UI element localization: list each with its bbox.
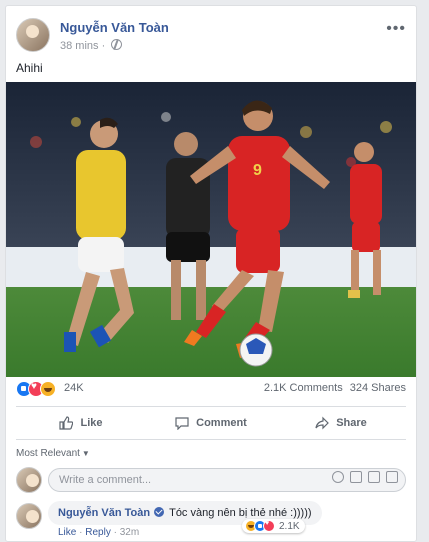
comment-button[interactable]: Comment	[146, 407, 276, 439]
reactions-count[interactable]: 24K	[64, 382, 84, 394]
composer-icons	[332, 471, 398, 483]
sort-comments-dropdown[interactable]: Most Relevant ▼	[16, 448, 90, 459]
action-bar: Like Comment Share	[16, 406, 406, 440]
love-reaction-icon	[263, 520, 275, 532]
comment-reactions[interactable]: 2.1K	[242, 519, 305, 533]
verified-badge-icon	[154, 507, 165, 517]
sort-label: Most Relevant	[16, 448, 80, 459]
comment-composer: Write a comment...	[16, 465, 406, 495]
post-time[interactable]: 38 mins	[60, 40, 99, 52]
comment-reply-link[interactable]: Reply	[85, 527, 111, 538]
commenter-name[interactable]: Nguyễn Văn Toàn	[58, 507, 150, 519]
meta-separator: ·	[101, 40, 106, 52]
post-photo[interactable]: 9	[6, 82, 416, 377]
share-icon	[315, 416, 330, 430]
viewer-avatar[interactable]	[16, 467, 42, 493]
footer-separator: ·	[113, 527, 117, 538]
more-options-icon[interactable]: •••	[386, 20, 406, 38]
share-button[interactable]: Share	[276, 407, 406, 439]
comment-share-counts: 2.1K Comments 324 Shares	[257, 382, 406, 394]
comment-footer: Like · Reply · 32m	[58, 527, 139, 538]
post-stats: 24K 2.1K Comments 324 Shares	[16, 378, 406, 398]
comment-text: Tóc vàng nên bị thẻ nhé :)))))	[169, 507, 312, 519]
like-button[interactable]: Like	[16, 407, 146, 439]
caret-down-icon: ▼	[81, 449, 90, 458]
footer-separator: ·	[79, 527, 83, 538]
comment-reaction-count: 2.1K	[279, 520, 300, 532]
comment-time[interactable]: 32m	[120, 527, 139, 538]
sticker-icon[interactable]	[386, 471, 398, 483]
shares-count[interactable]: 324 Shares	[350, 382, 406, 394]
globe-icon[interactable]	[111, 39, 123, 50]
share-label: Share	[336, 417, 367, 429]
comments-count[interactable]: 2.1K Comments	[264, 382, 343, 394]
comment-item: Nguyễn Văn Toàn Tóc vàng nên bị thẻ nhé :…	[16, 499, 406, 541]
svg-text:9: 9	[253, 162, 262, 179]
post-meta: 38 mins ·	[60, 39, 123, 52]
post-header: Nguyễn Văn Toàn 38 mins · •••	[16, 16, 406, 56]
thumbs-up-icon	[59, 416, 74, 430]
comment-icon	[175, 417, 189, 430]
author-avatar[interactable]	[16, 18, 50, 52]
reaction-icons[interactable]	[16, 381, 56, 397]
post-card: Nguyễn Văn Toàn 38 mins · ••• Ahihi 9 ♥ …	[5, 5, 417, 542]
gif-icon[interactable]	[368, 471, 380, 483]
haha-reaction-icon	[40, 381, 56, 397]
post-text: Ahihi	[16, 61, 43, 75]
emoji-icon[interactable]	[332, 471, 344, 483]
author-name[interactable]: Nguyễn Văn Toàn	[60, 20, 169, 35]
like-label: Like	[80, 417, 103, 429]
commenter-avatar[interactable]	[16, 503, 42, 529]
comment-label: Comment	[196, 417, 247, 429]
camera-icon[interactable]	[350, 471, 362, 483]
comment-like-link[interactable]: Like	[58, 527, 76, 538]
